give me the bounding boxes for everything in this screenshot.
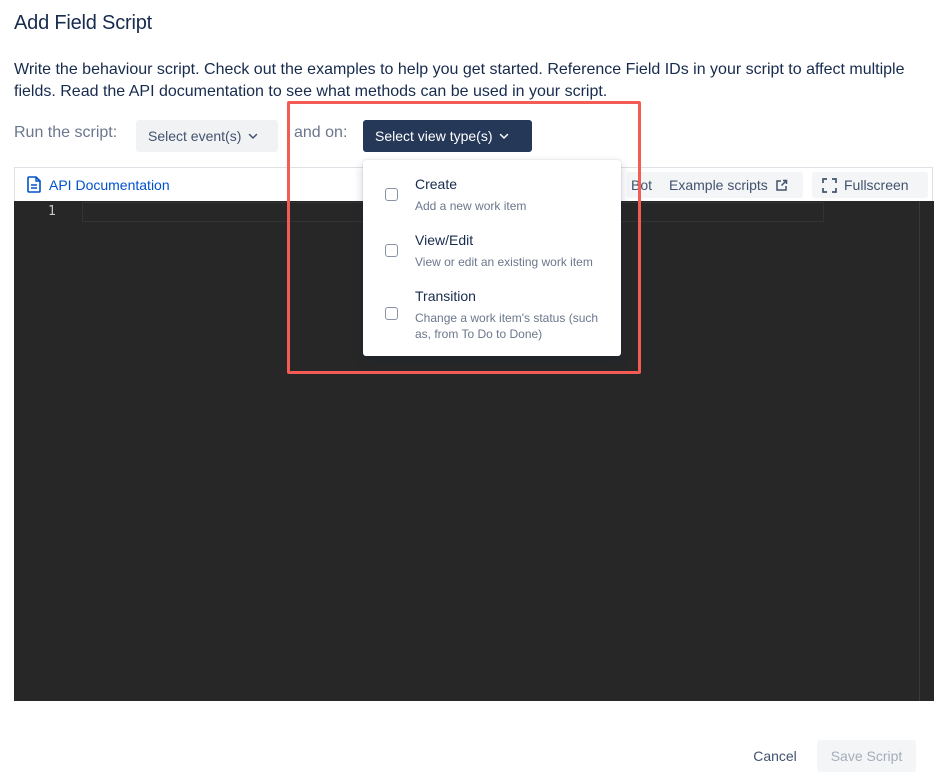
select-view-types-label: Select view type(s) <box>375 128 493 144</box>
option-create[interactable]: Create Add a new work item <box>363 174 621 222</box>
option-create-description: Add a new work item <box>415 199 527 213</box>
api-documentation-link[interactable]: API Documentation <box>27 176 170 193</box>
fullscreen-label: Fullscreen <box>844 177 909 193</box>
cancel-button[interactable]: Cancel <box>741 740 809 772</box>
example-scripts-label: Example scripts <box>669 177 768 193</box>
document-icon <box>27 176 41 193</box>
dialog-title: Add Field Script <box>14 12 152 34</box>
option-view-edit[interactable]: View/Edit View or edit an existing work … <box>363 230 621 278</box>
example-scripts-button[interactable]: Example scripts <box>659 172 803 198</box>
chevron-down-icon <box>249 133 258 139</box>
save-script-button[interactable]: Save Script <box>817 740 916 772</box>
bot-label: Bot <box>631 177 653 193</box>
option-transition-description: Change a work item's status (such as, fr… <box>415 311 599 341</box>
editor-scrollbar-track[interactable] <box>919 201 920 701</box>
option-transition[interactable]: Transition Change a work item's status (… <box>363 286 621 346</box>
bot-button[interactable]: Bot <box>627 172 663 198</box>
run-script-label: Run the script: <box>14 124 118 141</box>
option-transition-label: Transition <box>415 288 476 304</box>
option-create-checkbox[interactable] <box>385 188 398 201</box>
and-on-label: and on: <box>294 124 348 141</box>
dialog-description: Write the behaviour script. Check out th… <box>14 61 905 100</box>
line-number: 1 <box>48 204 56 219</box>
select-events-button[interactable]: Select event(s) <box>136 120 278 152</box>
option-view-edit-label: View/Edit <box>415 232 474 248</box>
option-create-label: Create <box>415 176 458 192</box>
fullscreen-button[interactable]: Fullscreen <box>812 172 928 198</box>
select-events-label: Select event(s) <box>148 128 242 144</box>
external-link-icon <box>776 179 788 191</box>
option-view-edit-checkbox[interactable] <box>385 244 398 257</box>
option-view-edit-description: View or edit an existing work item <box>415 255 593 269</box>
view-type-dropdown-menu: Create Add a new work item View/Edit Vie… <box>363 160 621 356</box>
select-view-types-button[interactable]: Select view type(s) <box>363 120 532 152</box>
chevron-down-icon <box>500 133 509 139</box>
fullscreen-icon <box>822 177 837 193</box>
api-documentation-label: API Documentation <box>49 176 170 193</box>
option-transition-checkbox[interactable] <box>385 307 398 320</box>
